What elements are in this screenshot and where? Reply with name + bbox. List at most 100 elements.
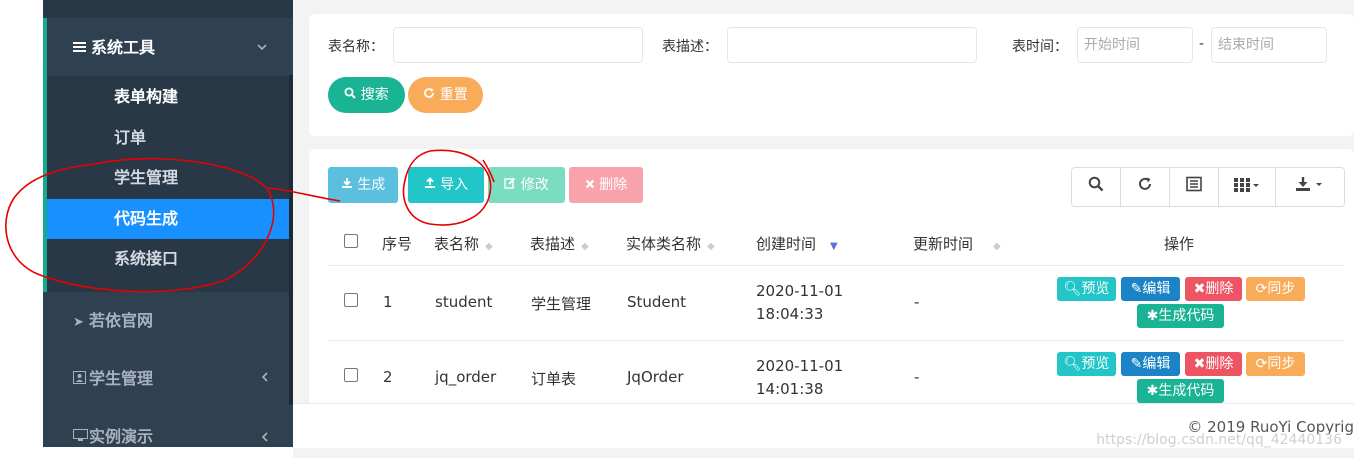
column-header-actions: 操作 [1164,235,1195,253]
sidebar-section-system-tools[interactable]: 系统工具 [73,34,155,62]
row-edit-button[interactable]: ✎编辑 [1121,277,1180,301]
bug-icon: ✱ [1146,308,1159,324]
table-name-label: 表名称： [328,39,384,55]
sort-desc-icon: ▼ [830,241,838,252]
column-header-create-time[interactable]: 创建时间 ▼ [756,232,838,256]
user-card-icon [73,366,89,396]
row-class-name: Student [627,293,687,311]
send-icon: ➤ [73,315,84,330]
row-class-name: JqOrder [627,368,684,386]
refresh-icon: ⟳ [1255,281,1268,297]
import-button[interactable]: 导入 [408,167,484,203]
refresh-icon: ⟳ [1255,356,1268,372]
row-index: 2 [383,368,393,386]
row-delete-button[interactable]: ✖删除 [1185,277,1242,301]
row-preview-button[interactable]: 🔍︎预览 [1057,277,1116,301]
sort-icon: ◆ [485,241,493,252]
row-update-time: - [914,293,920,311]
column-header-table-desc[interactable]: 表描述 ◆ [530,232,589,256]
search-icon: 🔍︎ [1063,356,1082,372]
reset-button-label: 重置 [439,87,468,103]
action-label: 生成代码 [1158,383,1215,399]
row-preview-button[interactable]: 🔍︎预览 [1057,352,1116,376]
menu-bars-icon [73,34,89,62]
column-header-table-name[interactable]: 表名称 ◆ [434,232,493,256]
refresh-icon [1137,177,1153,196]
sort-icon: ◆ [993,241,1001,252]
sidebar-item-student-management[interactable]: 学生管理 [47,158,289,198]
sidebar-item-student-mgmt-main[interactable]: 学生管理 [73,364,153,394]
column-header-label: 表描述 [530,235,576,253]
select-all-checkbox[interactable] [344,234,358,248]
row-update-time: - [914,368,920,386]
list-icon [1186,176,1202,196]
row-checkbox[interactable] [344,368,358,382]
main-content: 表名称： 表描述： 表时间： 开始时间 - 结束时间 搜索 重置 生成 导入 修… [293,0,1354,458]
close-icon [585,177,599,193]
action-label: 删除 [1205,356,1234,372]
row-divider [328,340,1344,341]
close-icon: ✖ [1193,356,1206,372]
table-header-divider [328,265,1344,266]
chevron-left-icon [261,431,268,445]
column-header-label: 更新时间 [913,235,974,253]
action-label: 同步 [1267,356,1296,372]
row-create-time: 18:04:33 [756,305,824,323]
table-desc-label: 表描述： [662,39,718,55]
table-desc-input[interactable] [727,27,977,63]
row-sync-button[interactable]: ⟳同步 [1246,352,1305,376]
sidebar-item-code-generation[interactable]: 代码生成 [47,199,289,239]
edit-icon [504,177,520,193]
row-create-time: 14:01:38 [756,380,824,398]
sidebar-item-label: 实例演示 [89,427,154,446]
sidebar-item-order[interactable]: 订单 [47,118,289,158]
row-create-date: 2020-11-01 [756,357,844,375]
reset-button[interactable]: 重置 [408,77,483,113]
action-label: 编辑 [1142,281,1171,297]
sort-icon: ◆ [581,241,589,252]
search-button[interactable]: 搜索 [328,77,405,113]
table-card-view-button[interactable] [1169,167,1219,207]
action-label: 预览 [1081,281,1110,297]
sidebar-item-form-builder[interactable]: 表单构建 [47,77,289,117]
sidebar-section-label: 系统工具 [91,38,156,57]
chevron-down-icon [257,40,267,54]
edit-button[interactable]: 修改 [488,167,565,203]
desktop-icon [73,424,89,447]
row-edit-button[interactable]: ✎编辑 [1121,352,1180,376]
table-export-dropdown[interactable] [1275,167,1345,207]
table-search-toggle[interactable] [1071,167,1121,207]
table-name-input[interactable] [393,27,643,63]
row-delete-button[interactable]: ✖删除 [1185,352,1242,376]
sidebar: 系统工具 表单构建 订单 学生管理 代码生成 系统接口 ➤ 若依官网 学生管理 实… [43,0,293,447]
search-icon: 🔍︎ [1063,281,1082,297]
row-generate-code-button[interactable]: ✱生成代码 [1137,304,1224,328]
row-table-desc: 学生管理 [531,295,592,313]
row-table-name: jq_order [435,368,497,386]
delete-button[interactable]: 删除 [569,167,643,203]
table-refresh-button[interactable] [1120,167,1170,207]
row-checkbox[interactable] [344,293,358,307]
sidebar-item-ruoyi-website[interactable]: ➤ 若依官网 [73,306,153,336]
start-time-input[interactable]: 开始时间 [1077,27,1193,63]
row-generate-code-button[interactable]: ✱生成代码 [1137,379,1224,403]
column-header-class-name[interactable]: 实体类名称 ◆ [626,232,715,256]
download-icon [1295,177,1325,196]
edit-icon: ✎ [1130,281,1143,297]
refresh-icon [423,87,439,103]
column-header-label: 表名称 [434,235,480,253]
import-button-label: 导入 [440,177,469,193]
sidebar-item-label: 学生管理 [89,369,154,388]
table-columns-dropdown[interactable] [1218,167,1276,207]
column-header-label: 实体类名称 [626,235,702,253]
sidebar-item-demo[interactable]: 实例演示 [73,422,153,447]
row-sync-button[interactable]: ⟳同步 [1246,277,1305,301]
column-header-update-time[interactable]: 更新时间 ◆ [913,232,1001,256]
action-label: 同步 [1267,281,1296,297]
row-create-date: 2020-11-01 [756,282,844,300]
generate-button-label: 生成 [357,177,386,193]
sidebar-item-system-api[interactable]: 系统接口 [47,239,289,279]
generate-button[interactable]: 生成 [328,167,398,203]
end-time-input[interactable]: 结束时间 [1211,27,1327,63]
edit-icon: ✎ [1130,356,1143,372]
